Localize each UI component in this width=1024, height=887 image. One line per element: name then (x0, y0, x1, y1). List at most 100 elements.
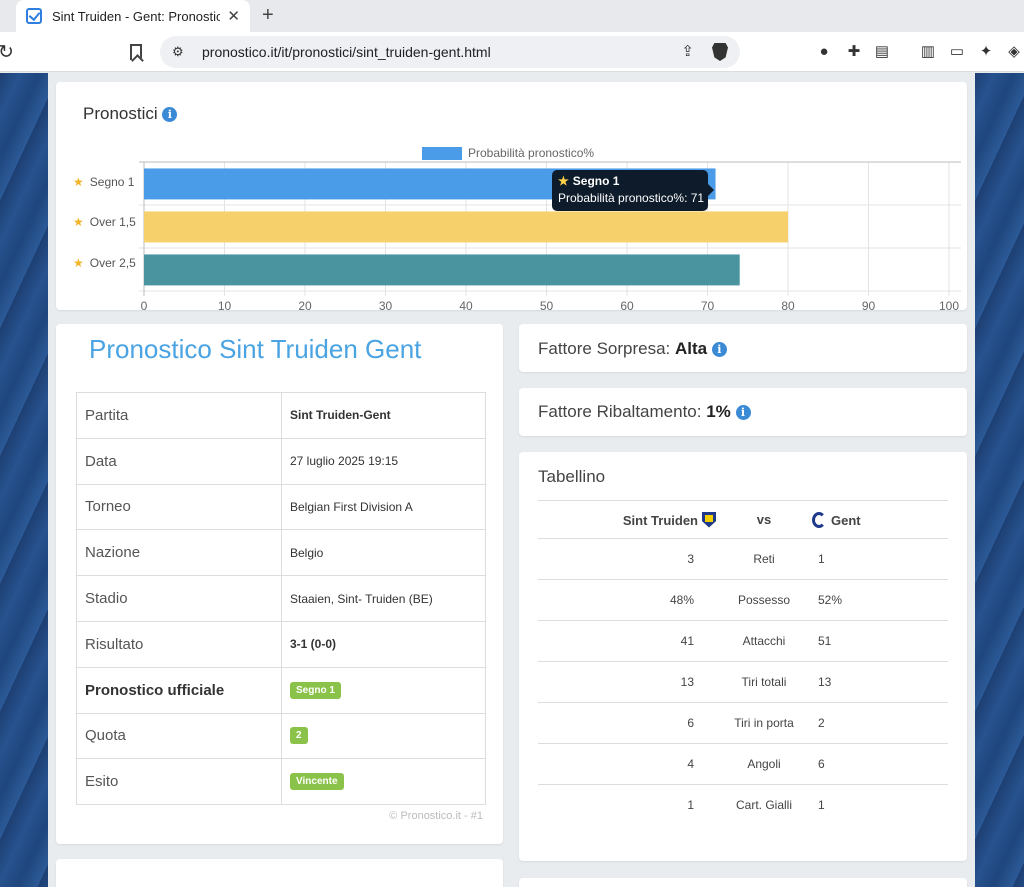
next-card-left (56, 859, 503, 887)
row-label: Stadio (76, 575, 282, 622)
row-value: Belgian First Division A (281, 483, 486, 531)
vpn-icon[interactable]: ◈ (1005, 43, 1023, 61)
close-tab-icon[interactable]: ✕ (227, 7, 240, 25)
url-text[interactable]: pronostico.it/it/pronostici/sint_truiden… (202, 44, 491, 60)
fattore-sorpresa: Fattore Sorpresa: Alta i (538, 339, 727, 359)
row-label: Torneo (76, 483, 282, 531)
tabellino-table: Sint Truiden vs Gent 3 Reti 1 48% Possesso 52… (538, 500, 948, 826)
stat-row: 1 Cart. Gialli 1 (538, 784, 948, 826)
bookmark-icon[interactable] (130, 44, 142, 60)
value-badge: Vincente (290, 773, 344, 791)
page-content: Pronostici i Probabilità pronostico% ★ Se… (0, 73, 1024, 887)
bar-label-text: Over 2,5 (89, 256, 136, 270)
info-icon[interactable]: i (711, 342, 727, 357)
fattore-ribaltamento-value: 1% (706, 402, 731, 421)
bar-label-text: Over 1,5 (89, 215, 136, 229)
fattore-sorpresa-value: Alta (675, 339, 708, 358)
row-label: Risultato (76, 620, 282, 668)
vs-label: vs (716, 500, 812, 539)
stat-home-value: 3 (538, 538, 716, 580)
stat-home-value: 13 (538, 661, 716, 703)
x-tick-label: 40 (459, 299, 473, 313)
share-icon[interactable]: ⇪ (681, 42, 694, 60)
stat-label: Attacchi (716, 620, 812, 662)
bar-label-text: Segno 1 (89, 175, 135, 189)
stat-row: 6 Tiri in porta 2 (538, 702, 948, 744)
legend-label[interactable]: Probabilità pronostico% (468, 146, 594, 160)
home-team: Sint Truiden (538, 500, 716, 539)
stat-home-value: 41 (538, 620, 716, 662)
row-label: Data (76, 437, 282, 485)
gent-logo-icon (812, 511, 826, 528)
fattore-sorpresa-card: Fattore Sorpresa: Alta i (519, 324, 967, 372)
tabellino-header: Sint Truiden vs Gent (538, 500, 948, 539)
fattore-ribaltamento: Fattore Ribaltamento: 1% i (538, 402, 751, 422)
info-icon[interactable]: i (735, 405, 751, 420)
fattore-sorpresa-label: Fattore Sorpresa: (538, 339, 671, 358)
tooltip-title: ★ Segno 1 (558, 174, 702, 188)
stat-away-value: 1 (812, 784, 948, 826)
stat-row: 3 Reti 1 (538, 538, 948, 580)
stat-row: 13 Tiri totali 13 (538, 661, 948, 703)
tab-title: Sint Truiden - Gent: Pronostico (52, 8, 220, 24)
new-tab-icon[interactable]: + (262, 4, 274, 27)
bar-2[interactable] (144, 254, 740, 286)
star-icon: ★ (73, 215, 84, 229)
stat-away-value: 6 (812, 743, 948, 785)
x-tick-label: 0 (140, 299, 148, 313)
table-row: Quota 2 (76, 712, 486, 760)
fattore-ribaltamento-card: Fattore Ribaltamento: 1% i (519, 388, 967, 436)
stat-row: 48% Possesso 52% (538, 579, 948, 621)
stat-label: Reti (716, 538, 812, 580)
brave-shields-icon[interactable] (712, 43, 728, 61)
x-tick-label: 70 (700, 299, 715, 313)
x-tick-label: 20 (298, 299, 312, 313)
row-label: Quota (76, 712, 282, 760)
extensions-icon[interactable]: ✚ (845, 43, 863, 61)
table-row: Data 27 luglio 2025 19:15 (76, 437, 486, 485)
info-icon[interactable]: i (162, 107, 178, 122)
fattore-ribaltamento-label: Fattore Ribaltamento: (538, 402, 702, 421)
star-icon: ★ (73, 175, 84, 189)
stat-away-value: 1 (812, 538, 948, 580)
stat-home-value: 4 (538, 743, 716, 785)
background-right (975, 73, 1024, 887)
stat-row: 4 Angoli 6 (538, 743, 948, 785)
star-icon: ★ (558, 174, 569, 188)
stat-home-value: 48% (538, 579, 716, 621)
legend-swatch[interactable] (422, 147, 462, 160)
row-value: Staaien, Sint- Truiden (BE) (281, 575, 486, 622)
value-badge: Segno 1 (290, 681, 341, 699)
tab-bar: Sint Truiden - Gent: Pronostico ✕ + (0, 0, 1024, 32)
tabellino-card: Tabellino Sint Truiden vs Gent 3 Reti 1 48%… (519, 452, 967, 861)
bar-label-over25: ★ Over 2,5 (73, 256, 136, 270)
x-tick-label: 100 (938, 299, 960, 313)
stat-away-value: 51 (812, 620, 948, 662)
sidebar-icon[interactable]: ▥ (919, 43, 937, 61)
copyright: © Pronostico.it - #1 (389, 810, 483, 822)
value-badge: 2 (290, 727, 308, 745)
reload-icon[interactable]: ↻ (0, 41, 14, 64)
browser-toolbar: ↻ ⚙ pronostico.it/it/pronostici/sint_tru… (0, 32, 1024, 72)
stat-label: Tiri in porta (716, 702, 812, 744)
row-value: 3-1 (0-0) (281, 620, 486, 668)
x-tick-label: 50 (539, 299, 554, 313)
away-team-name: Gent (831, 512, 861, 528)
home-team-name: Sint Truiden (622, 512, 698, 528)
profile-icon[interactable]: ● (815, 43, 833, 61)
leo-ai-icon[interactable]: ✦ (977, 43, 995, 61)
pronostico-card: Pronostico Sint Truiden Gent Partita Sint… (56, 324, 503, 844)
x-tick-label: 30 (378, 299, 393, 313)
bar-label-over15: ★ Over 1,5 (73, 215, 136, 229)
row-label: Partita (76, 392, 282, 439)
wallet-icon[interactable]: ▭ (948, 43, 966, 61)
bar-1[interactable] (144, 211, 788, 243)
address-bar[interactable]: ⚙ pronostico.it/it/pronostici/sint_truid… (160, 36, 740, 68)
reader-icon[interactable]: ▤ (873, 43, 891, 61)
row-label: Esito (76, 758, 282, 806)
stat-label: Angoli (716, 743, 812, 785)
browser-tab[interactable]: Sint Truiden - Gent: Pronostico ✕ (16, 0, 250, 32)
pronostico-table: Partita Sint Truiden-Gent Data 27 luglio 20… (76, 392, 486, 806)
site-settings-icon[interactable]: ⚙ (172, 44, 188, 60)
chart-title-text: Pronostici (83, 104, 158, 123)
